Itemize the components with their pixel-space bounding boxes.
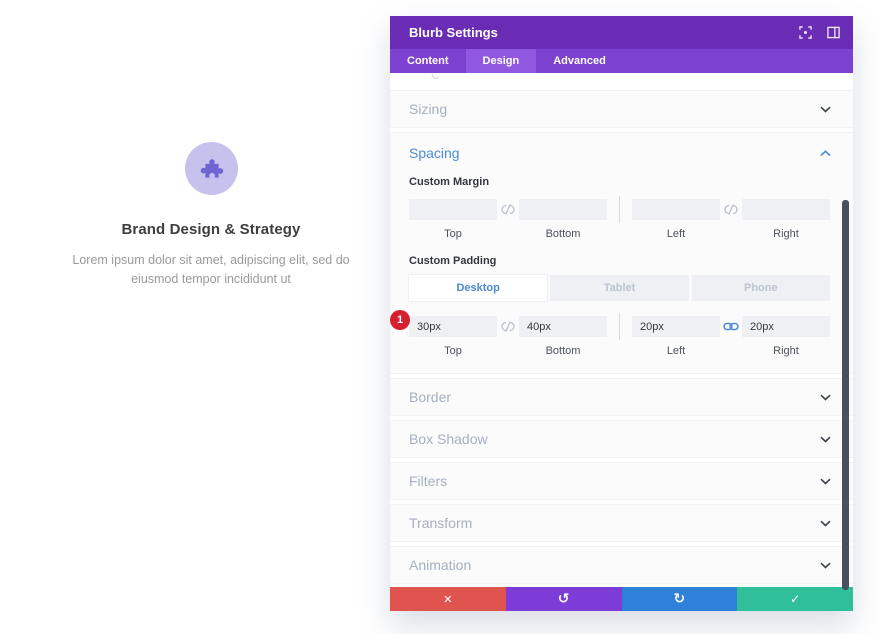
custom-margin-label: Custom Margin (409, 176, 490, 188)
tab-content[interactable]: Content (390, 49, 466, 73)
device-tab-desktop[interactable]: Desktop (409, 275, 548, 301)
split-panel-icon[interactable] (827, 26, 840, 39)
redo-button[interactable]: ↻ (621, 587, 738, 611)
tour-step-badge[interactable]: 1 (390, 310, 410, 330)
inputs-divider (619, 313, 620, 340)
section-label: Animation (409, 557, 472, 573)
field-label-bottom: Bottom (545, 345, 581, 357)
section-toggle-border[interactable]: Border (390, 378, 853, 416)
blurb-title: Brand Design & Strategy (121, 221, 301, 238)
chevron-down-icon (820, 436, 831, 443)
tab-design[interactable]: Design (465, 49, 537, 73)
puzzle-piece-icon (200, 158, 224, 178)
settings-tabbar: Content Design Advanced (390, 49, 853, 73)
padding-inputs-row: 1 (390, 310, 830, 340)
margin-left-input[interactable] (632, 199, 720, 220)
inputs-divider (619, 196, 620, 223)
section-spacing: Spacing Custom Margin Top Bottom Left Ri… (390, 132, 853, 374)
chevron-down-icon (820, 106, 831, 113)
chevron-up-icon (820, 149, 831, 156)
responsive-device-tabs: Desktop Tablet Phone (409, 275, 830, 301)
blurb-icon-circle (184, 142, 238, 195)
margin-unlink-icon[interactable] (497, 204, 519, 215)
padding-unlink-icon[interactable] (497, 321, 519, 332)
field-label-top: Top (444, 228, 462, 240)
chevron-down-icon (820, 478, 831, 485)
undo-button[interactable]: ↺ (505, 587, 622, 611)
margin-top-input[interactable] (409, 199, 497, 220)
scrollbar-thumb[interactable] (842, 200, 849, 590)
section-label: Sizing (409, 101, 448, 117)
modal-footer: ✕ ↺ ↻ ✓ (390, 587, 853, 611)
redo-icon: ↻ (673, 591, 686, 607)
check-icon: ✓ (790, 592, 801, 606)
section-label: Spacing (409, 145, 460, 161)
chevron-down-icon (820, 520, 831, 527)
section-toggle-sizing[interactable]: Sizing (390, 90, 853, 128)
blurb-body-text: Lorem ipsum dolor sit amet, adipiscing e… (72, 253, 350, 286)
tab-advanced[interactable]: Advanced (536, 49, 623, 73)
device-tab-phone[interactable]: Phone (691, 275, 830, 301)
modal-header[interactable]: Blurb Settings (390, 16, 853, 49)
padding-field-labels: Top Bottom Left Right (409, 345, 830, 357)
clipped-text-artifact (431, 74, 439, 79)
undo-icon: ↺ (557, 591, 570, 607)
margin-field-labels: Top Bottom Left Right (409, 228, 830, 240)
section-toggle-filters[interactable]: Filters (390, 462, 853, 500)
field-label-bottom: Bottom (545, 228, 581, 240)
padding-top-input[interactable] (409, 316, 497, 337)
section-label: Transform (409, 515, 473, 531)
section-label: Box Shadow (409, 431, 488, 447)
section-toggle-box-shadow[interactable]: Box Shadow (390, 420, 853, 458)
save-button[interactable]: ✓ (737, 587, 853, 611)
margin-bottom-input[interactable] (519, 199, 607, 220)
section-toggle-transform[interactable]: Transform (390, 504, 853, 542)
padding-left-input[interactable] (632, 316, 720, 337)
settings-scroll-area[interactable]: Sizing Spacing Custom Margin Top Bottom … (390, 73, 853, 587)
x-icon: ✕ (443, 592, 453, 606)
custom-padding-label: Custom Padding (409, 255, 497, 267)
section-label: Filters (409, 473, 448, 489)
padding-link-icon[interactable] (720, 321, 742, 332)
chevron-down-icon (820, 394, 831, 401)
margin-inputs-row (409, 196, 830, 223)
field-label-right: Right (773, 345, 799, 357)
field-label-right: Right (773, 228, 799, 240)
device-tab-tablet[interactable]: Tablet (550, 275, 689, 301)
chevron-down-icon (820, 562, 831, 569)
focus-preview-icon[interactable] (799, 26, 812, 39)
section-label: Border (409, 389, 452, 405)
field-label-left: Left (666, 228, 686, 240)
blurb-preview: Brand Design & Strategy Lorem ipsum dolo… (48, 142, 374, 289)
discard-button[interactable]: ✕ (390, 587, 506, 611)
padding-right-input[interactable] (742, 316, 830, 337)
section-toggle-animation[interactable]: Animation (390, 546, 853, 584)
section-toggle-spacing[interactable]: Spacing (409, 133, 831, 173)
blurb-settings-modal: Blurb Settings Content Design Advanced S… (390, 16, 853, 611)
field-label-top: Top (444, 345, 462, 357)
field-label-left: Left (666, 345, 686, 357)
margin-right-input[interactable] (742, 199, 830, 220)
margin-unlink-icon[interactable] (720, 204, 742, 215)
modal-title: Blurb Settings (409, 25, 498, 40)
padding-bottom-input[interactable] (519, 316, 607, 337)
